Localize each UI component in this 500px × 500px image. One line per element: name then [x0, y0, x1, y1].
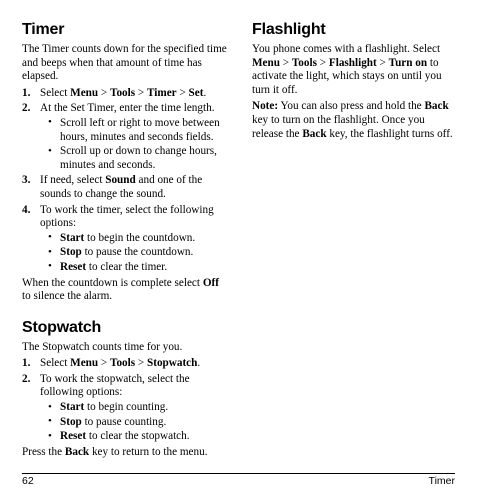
bold-term: Back: [64, 445, 90, 458]
bold-term: Timer: [147, 86, 177, 99]
step-text: To work the stopwatch, select the follow…: [40, 372, 190, 399]
page-footer: 62 Timer: [22, 473, 455, 488]
stopwatch-section-heading: Stopwatch: [22, 318, 102, 336]
flashlight-note-paragraph: Note: You can also press and hold the Ba…: [252, 100, 453, 140]
step-text: Select Menu > Tools > Timer > Set.: [40, 86, 207, 99]
manual-page: Timer The Timer counts down for the spec…: [0, 0, 500, 500]
list-item: 1. Select Menu > Tools > Timer > Set.: [22, 87, 228, 101]
bullet-item: Reset to clear the stopwatch.: [40, 430, 228, 444]
list-item: 3. If need, select Sound and one of the s…: [22, 174, 228, 201]
bullet-item: Stop to pause the countdown.: [40, 246, 228, 260]
bullet-item: Start to begin the countdown.: [40, 231, 228, 246]
step-number: 1.: [22, 357, 31, 370]
timer-intro-paragraph: The Timer counts down for the specified …: [22, 43, 227, 83]
bold-term: Start: [60, 231, 85, 244]
footer-row: 62 Timer: [22, 475, 455, 488]
bullet-item: Stop to pause counting.: [40, 415, 228, 430]
right-column: Flashlight You phone comes with a flashl…: [252, 20, 458, 144]
bold-term: Sound: [105, 174, 136, 187]
stopwatch-steps-list: 1. Select Menu > Tools > Stopwatch. 2. To w…: [22, 357, 228, 444]
running-head: Timer: [428, 475, 455, 487]
flashlight-intro-paragraph: You phone comes with a flashlight. Selec…: [252, 43, 442, 96]
bold-term: Turn on: [388, 56, 428, 69]
step-number: 2.: [22, 102, 31, 115]
bold-term: Tools: [110, 357, 136, 370]
bold-term: Menu: [70, 357, 99, 370]
bold-term: Reset: [60, 430, 87, 443]
step-number: 4.: [22, 203, 31, 216]
stopwatch-closing-paragraph: Press the Back key to return to the menu…: [22, 445, 208, 458]
step-number: 3.: [22, 174, 31, 187]
sub-bullet-list: Start to begin counting.Stop to pause co…: [40, 401, 228, 444]
left-column: Timer The Timer counts down for the spec…: [22, 20, 228, 462]
stopwatch-intro-paragraph: The Stopwatch counts time for you.: [22, 340, 183, 353]
bold-term: Back: [302, 127, 327, 140]
sub-bullet-list: Scroll left or right to move between hou…: [40, 116, 228, 172]
bullet-item: Start to begin counting.: [40, 401, 228, 415]
bold-term: Tools: [110, 86, 136, 99]
bold-term: Start: [60, 401, 85, 414]
footer-divider: [22, 473, 455, 474]
timer-closing-paragraph: When the countdown is complete select Of…: [22, 276, 219, 303]
timer-steps-list: 1. Select Menu > Tools > Timer > Set. 2. At…: [22, 87, 228, 275]
step-number: 1.: [22, 86, 31, 99]
bullet-item: Scroll left or right to move between hou…: [40, 116, 228, 144]
bold-term: Note:: [252, 100, 279, 113]
bold-term: Set: [188, 86, 204, 99]
step-number: 2.: [22, 372, 31, 385]
step-text: To work the timer, select the following …: [40, 203, 214, 230]
bold-term: Menu: [70, 86, 99, 99]
page-number: 62: [22, 475, 34, 487]
bold-term: Menu: [252, 56, 280, 69]
bold-term: Flashlight: [328, 56, 377, 69]
step-text: Select Menu > Tools > Stopwatch.: [40, 357, 201, 370]
bold-term: Stopwatch: [147, 357, 198, 370]
bold-term: Stop: [60, 246, 82, 259]
step-text: At the Set Timer, enter the time length.: [40, 102, 215, 115]
bold-term: Off: [202, 276, 219, 289]
sub-bullet-list: Start to begin the countdown.Stop to pau…: [40, 231, 228, 275]
list-item: 1. Select Menu > Tools > Stopwatch.: [22, 357, 228, 371]
bold-term: Back: [424, 100, 449, 113]
step-text: If need, select Sound and one of the sou…: [40, 174, 203, 200]
bullet-item: Reset to clear the timer.: [40, 260, 228, 275]
bullet-item: Scroll up or down to change hours, minut…: [40, 145, 228, 172]
bold-term: Reset: [60, 260, 87, 273]
timer-section-heading: Timer: [22, 21, 65, 38]
flashlight-section-heading: Flashlight: [252, 21, 326, 38]
bold-term: Stop: [60, 415, 82, 428]
list-item: 2. At the Set Timer, enter the time lengt…: [22, 102, 228, 172]
list-item: 2. To work the stopwatch, select the foll…: [22, 373, 228, 444]
bold-term: Tools: [291, 56, 317, 69]
list-item: 4. To work the timer, select the followin…: [22, 204, 228, 275]
